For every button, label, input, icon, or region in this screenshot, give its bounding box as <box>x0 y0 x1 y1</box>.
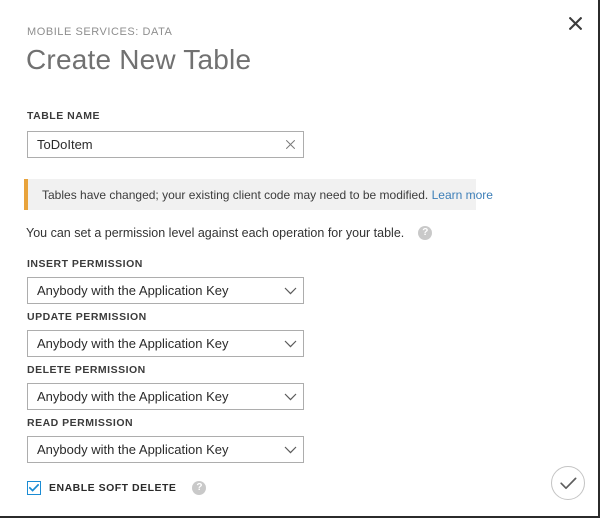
permissions-intro-text: You can set a permission level against e… <box>26 226 404 240</box>
info-banner-text: Tables have changed; your existing clien… <box>28 188 493 202</box>
clear-icon[interactable] <box>277 132 303 157</box>
enable-soft-delete-row: ENABLE SOFT DELETE ? <box>27 481 206 495</box>
insert-permission-select[interactable]: Anybody with the Application Key <box>27 277 304 304</box>
delete-permission-select[interactable]: Anybody with the Application Key <box>27 383 304 410</box>
checkmark-icon <box>560 477 577 490</box>
delete-permission-value: Anybody with the Application Key <box>28 389 229 404</box>
info-banner-message: Tables have changed; your existing clien… <box>42 188 428 202</box>
read-permission-group: READ PERMISSION Anybody with the Applica… <box>27 417 304 463</box>
update-permission-label: UPDATE PERMISSION <box>27 311 304 323</box>
help-icon[interactable]: ? <box>418 226 432 240</box>
page-title: Create New Table <box>26 44 251 76</box>
confirm-button[interactable] <box>551 466 585 500</box>
help-icon[interactable]: ? <box>192 481 206 495</box>
clear-glyph <box>286 140 295 149</box>
delete-permission-group: DELETE PERMISSION Anybody with the Appli… <box>27 364 304 410</box>
update-permission-value: Anybody with the Application Key <box>28 336 229 351</box>
insert-permission-group: INSERT PERMISSION Anybody with the Appli… <box>27 258 304 304</box>
table-name-input[interactable] <box>28 132 277 157</box>
create-new-table-dialog: MOBILE SERVICES: DATA Create New Table T… <box>0 0 600 518</box>
breadcrumb: MOBILE SERVICES: DATA <box>27 26 172 38</box>
chevron-down-icon <box>277 287 303 295</box>
insert-permission-label: INSERT PERMISSION <box>27 258 304 270</box>
chevron-down-icon <box>277 446 303 454</box>
permissions-intro: You can set a permission level against e… <box>26 226 432 240</box>
learn-more-link[interactable]: Learn more <box>432 188 493 202</box>
info-banner: Tables have changed; your existing clien… <box>24 179 476 210</box>
read-permission-value: Anybody with the Application Key <box>28 442 229 457</box>
enable-soft-delete-checkbox[interactable] <box>27 481 41 495</box>
enable-soft-delete-label[interactable]: ENABLE SOFT DELETE <box>49 482 176 494</box>
update-permission-select[interactable]: Anybody with the Application Key <box>27 330 304 357</box>
close-glyph <box>569 17 582 30</box>
table-name-field[interactable] <box>27 131 304 158</box>
chevron-down-icon <box>277 393 303 401</box>
read-permission-select[interactable]: Anybody with the Application Key <box>27 436 304 463</box>
table-name-label: TABLE NAME <box>27 110 100 122</box>
delete-permission-label: DELETE PERMISSION <box>27 364 304 376</box>
update-permission-group: UPDATE PERMISSION Anybody with the Appli… <box>27 311 304 357</box>
read-permission-label: READ PERMISSION <box>27 417 304 429</box>
chevron-down-icon <box>277 340 303 348</box>
close-icon[interactable] <box>564 12 586 34</box>
checkmark-icon <box>29 484 39 492</box>
insert-permission-value: Anybody with the Application Key <box>28 283 229 298</box>
